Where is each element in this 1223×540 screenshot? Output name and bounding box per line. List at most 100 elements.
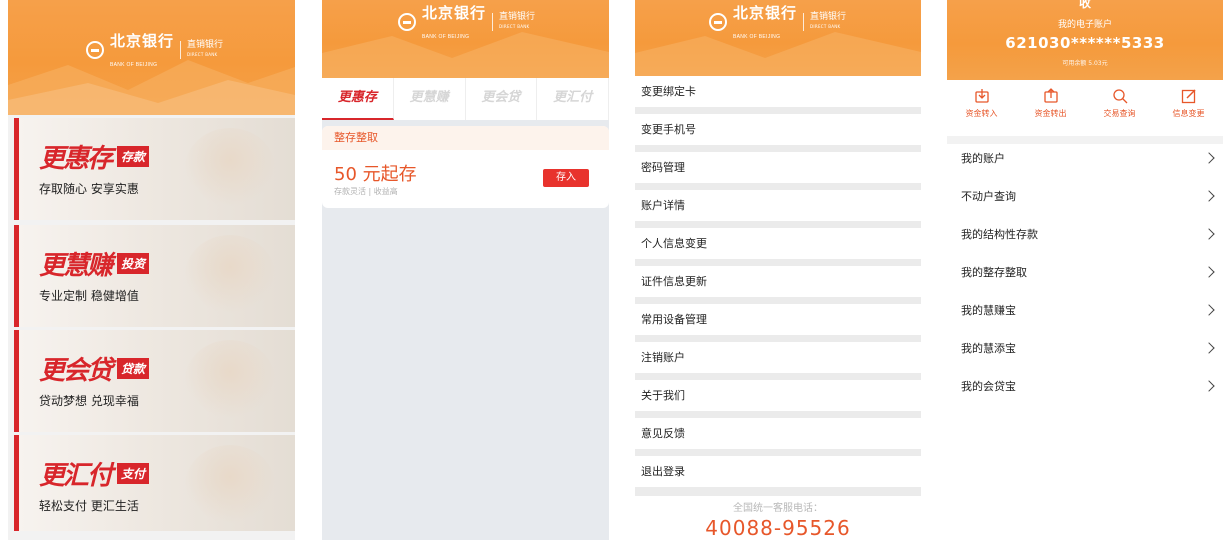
hotline-number[interactable]: 40088-95526 bbox=[635, 518, 921, 538]
tab-deposit[interactable]: 更惠存 bbox=[322, 78, 394, 120]
menu-item-close-account[interactable]: 注销账户 bbox=[635, 342, 921, 373]
home-screen: 北京银行 BANK OF BEIJING 直销银行 DIRECT BANK 更惠… bbox=[8, 0, 295, 540]
card-description: 存款灵活 | 收益高 bbox=[334, 187, 398, 196]
bank-name: 北京银行 bbox=[422, 4, 487, 22]
menu-item-about[interactable]: 关于我们 bbox=[635, 380, 921, 411]
list-item-my-account[interactable]: 我的账户 bbox=[947, 144, 1223, 182]
list-item-label: 我的会贷宝 bbox=[961, 380, 1016, 393]
action-label: 信息变更 bbox=[1172, 109, 1205, 118]
menu-item-change-card[interactable]: 变更绑定卡 bbox=[635, 76, 921, 107]
tab-loan[interactable]: 更会贷 bbox=[466, 78, 538, 120]
list-item-label: 不动户查询 bbox=[961, 190, 1016, 203]
menu-item-logout[interactable]: 退出登录 bbox=[635, 456, 921, 487]
division-name: 直销银行 bbox=[499, 12, 536, 22]
list-item-label: 我的账户 bbox=[961, 152, 1005, 165]
promo-tag: 投资 bbox=[117, 253, 150, 274]
promo-subtitle: 贷动梦想 兑现幸福 bbox=[39, 394, 139, 408]
menu-item-account-details[interactable]: 账户详情 bbox=[635, 190, 921, 221]
promo-tag: 存款 bbox=[117, 146, 150, 167]
bank-name-en: BANK OF BEIJING bbox=[733, 34, 781, 40]
promo-photo bbox=[185, 340, 275, 420]
list-item-fixed-deposit[interactable]: 我的整存整取 bbox=[947, 258, 1223, 296]
promo-deposit[interactable]: 更惠存 存款 存取随心 安享实惠 bbox=[14, 118, 295, 220]
bank-logo: 北京银行 BANK OF BEIJING 直销银行 DIRECT BANK bbox=[709, 2, 846, 42]
bank-logo-icon bbox=[86, 41, 104, 59]
promo-title: 更汇付 bbox=[39, 461, 113, 491]
search-icon bbox=[1112, 89, 1127, 104]
list-item-dormant-query[interactable]: 不动户查询 bbox=[947, 182, 1223, 220]
transfer-in-icon bbox=[974, 89, 989, 103]
list-item-label: 我的慧赚宝 bbox=[961, 304, 1016, 317]
transfer-out-icon bbox=[1043, 88, 1058, 103]
menu-item-password[interactable]: 密码管理 bbox=[635, 152, 921, 183]
menu-item-change-phone[interactable]: 变更手机号 bbox=[635, 114, 921, 145]
promo-photo bbox=[185, 235, 275, 315]
promo-title: 更慧赚 bbox=[39, 251, 113, 281]
tab-invest[interactable]: 更慧赚 bbox=[394, 78, 466, 120]
list-item-huidaibao[interactable]: 我的会贷宝 bbox=[947, 372, 1223, 410]
account-number: 621030******5333 bbox=[1005, 34, 1165, 52]
promo-photo bbox=[185, 128, 275, 208]
action-transfer-out[interactable]: 资金转出 bbox=[1016, 80, 1085, 128]
header-banner: 北京银行 BANK OF BEIJING 直销银行 DIRECT BANK bbox=[635, 0, 921, 78]
action-info-change[interactable]: 信息变更 bbox=[1154, 80, 1223, 128]
division-name-en: DIRECT BANK bbox=[499, 24, 530, 29]
product-card[interactable]: 整存整取 50 元起存 存款灵活 | 收益高 存入 bbox=[322, 126, 609, 208]
list-item-label: 我的整存整取 bbox=[961, 266, 1027, 279]
header-title: 收 bbox=[1078, 0, 1091, 10]
promo-title: 更会贷 bbox=[39, 356, 113, 386]
bank-logo: 北京银行 BANK OF BEIJING 直销银行 DIRECT BANK bbox=[86, 30, 223, 70]
division-name: 直销银行 bbox=[187, 40, 224, 50]
promo-invest[interactable]: 更慧赚 投资 专业定制 稳健增值 bbox=[14, 225, 295, 327]
chevron-right-icon bbox=[1203, 152, 1215, 164]
action-transfer-in[interactable]: 资金转入 bbox=[947, 80, 1016, 128]
list-item-huizhuanbao[interactable]: 我的慧赚宝 bbox=[947, 296, 1223, 334]
deposit-button[interactable]: 存入 bbox=[543, 169, 589, 187]
action-transaction-query[interactable]: 交易查询 bbox=[1085, 80, 1154, 128]
quick-actions: 资金转入 资金转出 交易查询 信息变更 bbox=[947, 80, 1223, 128]
menu-item-feedback[interactable]: 意见反馈 bbox=[635, 418, 921, 449]
header-banner: 北京银行 BANK OF BEIJING 直销银行 DIRECT BANK bbox=[322, 0, 609, 78]
promo-tag: 支付 bbox=[117, 463, 150, 484]
list-item-label: 我的结构性存款 bbox=[961, 228, 1038, 241]
settings-screen: 北京银行 BANK OF BEIJING 直销银行 DIRECT BANK 变更… bbox=[635, 0, 921, 540]
promo-photo bbox=[185, 445, 275, 525]
promo-subtitle: 存取随心 安享实惠 bbox=[39, 182, 139, 196]
account-label: 我的电子账户 bbox=[1057, 20, 1112, 30]
action-label: 资金转入 bbox=[965, 109, 998, 118]
logo-divider bbox=[180, 41, 182, 59]
screenshot-collage: 北京银行 BANK OF BEIJING 直销银行 DIRECT BANK 更惠… bbox=[0, 0, 1223, 540]
promo-tag: 贷款 bbox=[117, 358, 150, 379]
chevron-right-icon bbox=[1203, 266, 1215, 278]
chevron-right-icon bbox=[1203, 380, 1215, 392]
bank-name: 北京银行 bbox=[110, 32, 175, 50]
promo-loan[interactable]: 更会贷 贷款 贷动梦想 兑现幸福 bbox=[14, 330, 295, 432]
account-menu: 我的账户 不动户查询 我的结构性存款 我的整存整取 我的慧赚宝 我的慧添宝 我的… bbox=[947, 144, 1223, 410]
section-divider bbox=[947, 136, 1223, 144]
card-header: 整存整取 bbox=[322, 126, 609, 150]
division-name: 直销银行 bbox=[810, 12, 847, 22]
chevron-right-icon bbox=[1203, 190, 1215, 202]
product-tabs: 更惠存 更慧赚 更会贷 更汇付 bbox=[322, 78, 609, 120]
promo-subtitle: 轻松支付 更汇生活 bbox=[39, 499, 139, 513]
list-item-label: 我的慧添宝 bbox=[961, 342, 1016, 355]
bank-logo: 北京银行 BANK OF BEIJING 直销银行 DIRECT BANK bbox=[398, 2, 535, 42]
menu-item-id-update[interactable]: 证件信息更新 bbox=[635, 266, 921, 297]
list-item-structured-deposit[interactable]: 我的结构性存款 bbox=[947, 220, 1223, 258]
list-item-huitianbao[interactable]: 我的慧添宝 bbox=[947, 334, 1223, 372]
account-screen: 收 我的电子账户 621030******5333 可用余额 5.03元 资金转… bbox=[947, 0, 1223, 540]
customer-hotline: 全国统一客服电话： 40088-95526 bbox=[635, 496, 921, 540]
header-banner: 北京银行 BANK OF BEIJING 直销银行 DIRECT BANK bbox=[8, 0, 295, 115]
tab-pay[interactable]: 更汇付 bbox=[537, 78, 609, 120]
promo-pay[interactable]: 更汇付 支付 轻松支付 更汇生活 bbox=[14, 435, 295, 531]
settings-menu: 变更绑定卡 变更手机号 密码管理 账户详情 个人信息变更 证件信息更新 常用设备… bbox=[635, 76, 921, 494]
account-header: 收 我的电子账户 621030******5333 可用余额 5.03元 bbox=[947, 0, 1223, 80]
edit-icon bbox=[1181, 89, 1196, 104]
menu-item-personal-info[interactable]: 个人信息变更 bbox=[635, 228, 921, 259]
bank-logo-icon bbox=[709, 13, 727, 31]
bank-name: 北京银行 bbox=[733, 4, 798, 22]
action-label: 交易查询 bbox=[1103, 109, 1136, 118]
action-label: 资金转出 bbox=[1034, 109, 1067, 118]
product-screen: 北京银行 BANK OF BEIJING 直销银行 DIRECT BANK 更惠… bbox=[322, 0, 609, 540]
menu-item-devices[interactable]: 常用设备管理 bbox=[635, 304, 921, 335]
